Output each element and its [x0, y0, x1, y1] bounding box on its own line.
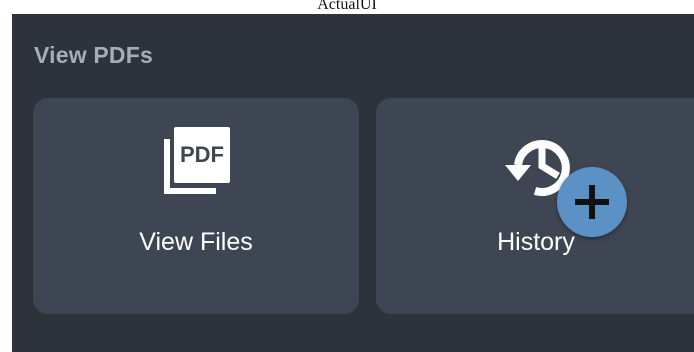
view-pdfs-panel: View PDFs PDF View Files History: [12, 14, 694, 352]
add-button[interactable]: [557, 167, 627, 237]
history-label: History: [497, 228, 575, 256]
pdf-files-icon: PDF: [156, 126, 236, 206]
pdf-icon-text: PDF: [180, 142, 224, 167]
window-title: ActualUI: [317, 0, 377, 13]
section-title: View PDFs: [34, 42, 153, 68]
view-files-card[interactable]: PDF View Files: [33, 98, 359, 314]
plus-icon: [575, 185, 609, 219]
history-card[interactable]: History: [376, 98, 694, 314]
app-screen: ActualUI View PDFs PDF View Files Histor…: [0, 0, 694, 352]
view-files-label: View Files: [139, 228, 253, 256]
